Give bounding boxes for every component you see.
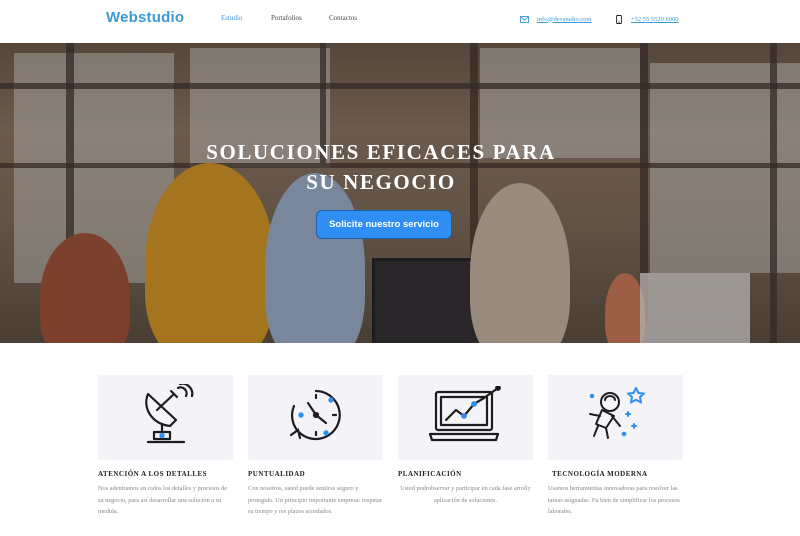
hero-title-line-2: SU NEGOCIO [306, 170, 456, 194]
phone-contact[interactable]: +52 55 5529 6000 [614, 14, 679, 24]
feature-title: PUNTUALIDAD [248, 470, 306, 478]
feature-title: ATENCIÓN A LOS DETALLES [98, 470, 208, 478]
request-service-button[interactable]: Solicite nuestro servicio [316, 210, 452, 239]
nav-link-estudio[interactable]: Estudio [221, 14, 242, 22]
feature-image [248, 375, 383, 460]
email-contact[interactable]: info@devstudio.com [520, 15, 592, 23]
feature-card: TECNOLOGÍA MODERNA Usamos herramientas i… [548, 375, 683, 518]
feature-card: PLANIFICACIÓN Usted podrobservar y parti… [398, 375, 533, 506]
email-link[interactable]: info@devstudio.com [537, 16, 592, 23]
feature-image [98, 375, 233, 460]
site-header: Webstudio Estudio Portafolios Contactos … [0, 0, 800, 43]
feature-title: PLANIFICACIÓN [398, 470, 462, 478]
feature-description: Usamos herramientas innovadoras para res… [548, 485, 680, 515]
feature-description: Con nosotros, usted puede sentirse segur… [248, 485, 382, 515]
mail-icon [520, 15, 529, 23]
feature-image [548, 375, 683, 460]
nav-link-portafolios[interactable]: Portafolios [271, 14, 302, 22]
phone-icon [614, 14, 623, 24]
hero-section: SOLUCIONES EFICACES PARA SU NEGOCIO Soli… [0, 43, 800, 343]
feature-description: Usted podrobservar y participar en cada … [400, 485, 531, 504]
laptop-chart-icon [428, 385, 504, 449]
nav-link-contactos[interactable]: Contactos [329, 14, 357, 22]
hero-title-line-1: SOLUCIONES EFICACES PARA [206, 140, 556, 164]
phone-link[interactable]: +52 55 5529 6000 [631, 16, 679, 23]
feature-description: Nos adentramos en todos los detalles y p… [98, 485, 228, 515]
clock-icon [288, 387, 344, 448]
satellite-dish-icon [138, 382, 194, 451]
hero-title: SOLUCIONES EFICACES PARA SU NEGOCIO [0, 137, 762, 197]
feature-card: PUNTUALIDAD Con nosotros, usted puede se… [248, 375, 383, 518]
feature-title: TECNOLOGÍA MODERNA [552, 470, 648, 478]
feature-card: ATENCIÓN A LOS DETALLES Nos adentramos e… [98, 375, 233, 518]
feature-image [398, 375, 533, 460]
astronaut-icon [584, 386, 648, 449]
logo[interactable]: Webstudio [106, 9, 184, 26]
